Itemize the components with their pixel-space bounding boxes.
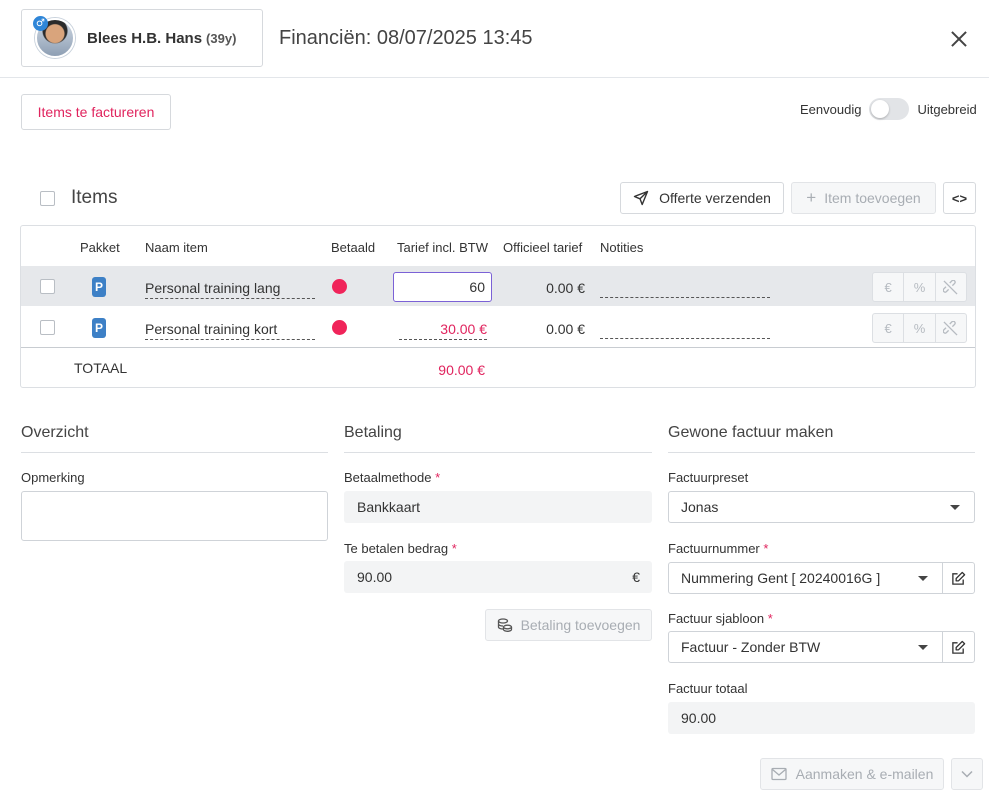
patient-age: (39y) [206,30,237,46]
chevron-down-icon [918,576,928,581]
items-title: Items [71,187,118,208]
package-badge: P [92,277,106,297]
official-price: 0.00 € [546,321,585,337]
invoice-total-field: 90.00 [668,702,975,734]
payment-title: Betaling [344,424,652,453]
total-value: 90.00 € [438,362,485,378]
add-item-label: Item toevoegen [824,190,921,206]
row-actions: € % [872,313,967,343]
col-header-name: Naam item [145,240,208,255]
col-header-official-price: Officieel tarief [503,240,583,255]
table-row: P Personal training lang 60 0.00 € € % [21,266,975,306]
invoice-number-value: Nummering Gent [ 20240016G ] [681,570,881,586]
invoice-title: Gewone factuur maken [668,424,975,453]
notes-field[interactable] [600,280,770,298]
euro-icon[interactable]: € [873,273,905,301]
avatar: ♂ [33,16,75,58]
payment-method-label: Betaalmethode * [344,470,441,485]
mode-toggle: Eenvoudig Uitgebreid [800,96,977,122]
edit-icon [952,640,966,654]
patient-name: Blees H.B. Hans (39y) [87,29,237,47]
coins-icon [497,618,512,632]
create-and-email-label: Aanmaken & e-mailen [795,766,934,782]
amount-field[interactable]: 90.00 € [344,561,652,593]
edit-icon [952,571,966,585]
close-icon[interactable] [946,26,972,52]
overview-title: Overzicht [21,424,328,453]
edit-invoice-template-button[interactable] [942,631,975,663]
row-actions: € % [872,272,967,302]
currency-symbol: € [632,569,640,585]
unlink-icon[interactable] [936,273,966,301]
chevron-down-icon [918,645,928,650]
euro-icon[interactable]: € [873,314,905,342]
col-header-notes: Notities [600,240,644,255]
mode-extended-label: Uitgebreid [917,101,977,117]
send-quote-label: Offerte verzenden [659,190,771,206]
patient-card[interactable]: ♂ Blees H.B. Hans (39y) [21,9,263,67]
paid-status-dot[interactable] [332,320,347,335]
mode-switch[interactable] [869,98,910,120]
price-value[interactable]: 30.00 € [399,321,487,340]
invoice-template-select[interactable]: Factuur - Zonder BTW [668,631,943,663]
modal-header: ♂ Blees H.B. Hans (39y) Financiën: 08/07/… [0,0,989,78]
remark-label: Opmerking [21,470,85,485]
invoice-total-label: Factuur totaal [668,681,748,696]
invoice-template-value: Factuur - Zonder BTW [681,639,821,655]
invoice-number-select[interactable]: Nummering Gent [ 20240016G ] [668,562,943,594]
notes-field[interactable] [600,321,770,339]
add-payment-button[interactable]: Betaling toevoegen [485,609,652,641]
row-checkbox[interactable] [40,320,55,335]
create-and-email-button[interactable]: Aanmaken & e-mailen [760,758,944,790]
chevron-down-icon [950,505,960,510]
code-toggle-button[interactable]: <> [943,182,976,214]
item-name[interactable]: Personal training kort [145,321,315,340]
amount-label: Te betalen bedrag * [344,541,457,556]
col-header-package: Pakket [80,240,120,255]
add-payment-label: Betaling toevoegen [520,617,641,633]
invoice-preset-select[interactable]: Jonas [668,491,975,523]
send-quote-button[interactable]: Offerte verzenden [620,182,784,214]
row-checkbox[interactable] [40,279,55,294]
table-row: P Personal training kort 30.00 € 0.00 € … [21,307,975,347]
amount-value: 90.00 [357,569,393,585]
price-input[interactable]: 60 [393,272,492,302]
mode-simple-label: Eenvoudig [800,101,862,117]
edit-invoice-number-button[interactable] [942,562,975,594]
send-icon [633,190,649,206]
percent-icon[interactable]: % [904,314,936,342]
invoice-template-label: Factuur sjabloon * [668,611,773,626]
items-to-invoice-button[interactable]: Items te factureren [21,94,171,130]
col-header-paid: Betaald [331,240,376,255]
plus-icon: + [806,188,817,207]
invoice-preset-value: Jonas [681,499,719,515]
col-header-price: Tarief incl. BTW [397,240,489,255]
remark-textarea[interactable] [21,491,328,541]
unlink-icon[interactable] [936,314,966,342]
create-options-dropdown[interactable] [951,758,983,790]
select-all-checkbox[interactable] [40,191,55,206]
total-label: TOTAAL [74,360,128,376]
male-gender-icon: ♂ [33,16,48,31]
total-divider [21,347,975,348]
page-title: Financiën: 08/07/2025 13:45 [279,27,533,49]
preset-label: Factuurpreset [668,470,749,485]
package-badge: P [92,318,106,338]
paid-status-dot[interactable] [332,279,347,294]
mail-icon [770,767,787,781]
item-name[interactable]: Personal training lang [145,280,315,299]
official-price: 0.00 € [546,280,585,296]
percent-icon[interactable]: % [904,273,936,301]
payment-method-field[interactable]: Bankkaart [344,491,652,523]
add-item-button[interactable]: + Item toevoegen [791,182,936,214]
invoice-number-label: Factuurnummer * [668,541,769,556]
chevron-down-icon [961,770,973,778]
items-header: Items Offerte verzenden + Item toevoegen… [21,182,976,214]
items-table: Pakket Naam item Betaald Tarief incl. BT… [20,225,976,388]
